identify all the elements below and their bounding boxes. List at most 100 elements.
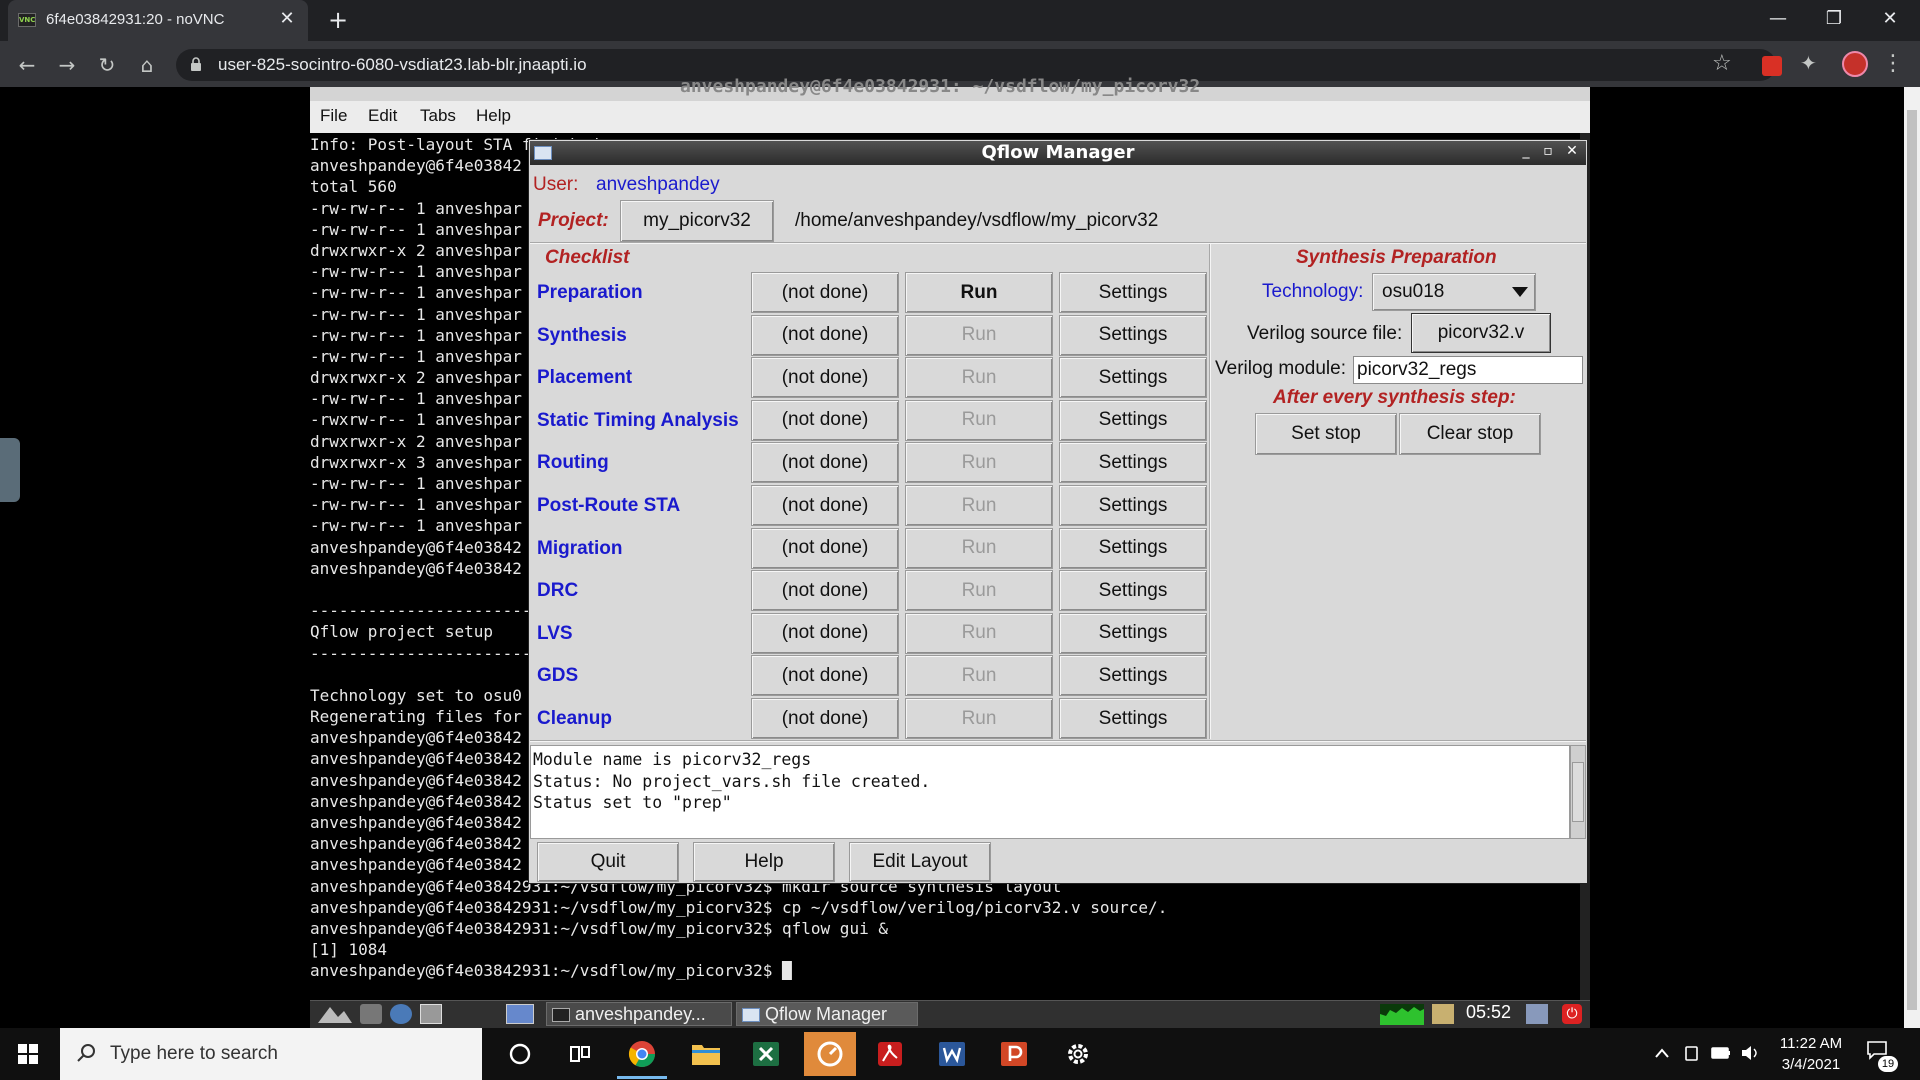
run-button-migration[interactable]: Run [905,527,1053,569]
run-button-cleanup[interactable]: Run [905,698,1053,739]
reload-icon[interactable]: ↻ [92,50,122,80]
acrobat-icon[interactable] [870,1036,910,1072]
new-tab-button[interactable]: + [324,6,352,34]
profile-avatar[interactable] [1842,51,1868,77]
browser-launcher-icon[interactable] [390,1004,412,1024]
settings-button-cleanup[interactable]: Settings [1059,698,1207,739]
run-button-synthesis[interactable]: Run [905,314,1053,356]
home-icon[interactable]: ⌂ [132,50,162,80]
status-button-placement[interactable]: (not done) [751,357,899,399]
verilog-module-input[interactable] [1353,356,1583,384]
edit-layout-button[interactable]: Edit Layout [849,842,991,882]
run-button-preparation[interactable]: Run [905,272,1053,313]
back-icon[interactable]: ← [12,50,42,80]
menu-help[interactable]: Help [476,106,511,126]
run-button-lvs[interactable]: Run [905,612,1053,654]
lock-icon[interactable] [190,57,202,71]
settings-button-routing[interactable]: Settings [1059,442,1207,484]
lxde-clock[interactable]: 05:52 [1466,1002,1511,1023]
quit-button[interactable]: Quit [537,842,679,882]
set-stop-button[interactable]: Set stop [1255,413,1397,455]
status-button-label: (not done) [781,622,869,644]
minimize-button[interactable]: — [1758,4,1798,34]
settings-button-synthesis[interactable]: Settings [1059,314,1207,356]
url-text[interactable]: user-825-socintro-6080-vsdiat23.lab-blr.… [218,55,587,75]
pocket-extension-icon[interactable] [1762,56,1782,76]
system-clock[interactable]: 11:22 AM 3/4/2021 [1776,1033,1846,1075]
network-icon[interactable] [1526,1004,1548,1024]
menu-tabs[interactable]: Tabs [420,106,456,126]
qflow-maximize-icon[interactable]: ▫ [1540,143,1556,159]
taskbar-item-terminal[interactable]: anveshpandey... [546,1002,732,1026]
status-button-preparation[interactable]: (not done) [751,272,899,313]
settings-button-placement[interactable]: Settings [1059,357,1207,399]
clipboard-icon[interactable] [1432,1004,1454,1024]
menu-edit[interactable]: Edit [368,106,397,126]
word-icon[interactable] [932,1036,972,1072]
status-button-post-route-sta[interactable]: (not done) [751,485,899,526]
app-orange-icon[interactable] [804,1032,856,1076]
run-button-placement[interactable]: Run [905,357,1053,399]
file-explorer-icon[interactable] [686,1036,726,1072]
tab-close-icon[interactable]: ✕ [276,8,298,30]
qflow-close-icon[interactable]: ✕ [1564,143,1580,159]
status-button-synthesis[interactable]: (not done) [751,314,899,356]
status-button-routing[interactable]: (not done) [751,442,899,484]
settings-gear-icon[interactable] [1058,1036,1098,1072]
clock-time: 11:22 AM [1779,1035,1843,1052]
run-button-routing[interactable]: Run [905,442,1053,484]
settings-button-lvs[interactable]: Settings [1059,612,1207,654]
project-button[interactable]: my_picorv32 [620,200,774,242]
menu-file[interactable]: File [320,106,347,126]
window-close-button[interactable]: ✕ [1870,4,1910,34]
run-button-post-route-sta[interactable]: Run [905,485,1053,526]
settings-button-gds[interactable]: Settings [1059,655,1207,697]
task-view-icon[interactable] [560,1036,600,1072]
settings-button-preparation[interactable]: Settings [1059,272,1207,313]
excel-icon[interactable] [746,1036,786,1072]
chrome-taskbar-icon[interactable] [622,1036,662,1072]
desktop-switch-icon[interactable] [420,1004,442,1024]
log-line: Status set to "prep" [533,793,732,812]
windows-start-icon[interactable] [18,1044,38,1064]
synthesis-prep-title: Synthesis Preparation [1296,247,1497,268]
dropdown-arrow-icon[interactable] [1512,287,1528,297]
project-button-label: my_picorv32 [643,210,751,231]
run-button-drc[interactable]: Run [905,570,1053,612]
chrome-menu-icon[interactable]: ⋮ [1882,51,1904,76]
show-desktop-icon[interactable] [506,1004,534,1024]
power-icon[interactable]: ⏻ [1562,1004,1582,1024]
chrome-active-indicator [617,1076,667,1079]
status-button-drc[interactable]: (not done) [751,570,899,612]
taskbar-item-qflow[interactable]: Qflow Manager [736,1002,918,1026]
settings-button-static-timing-analysis[interactable]: Settings [1059,399,1207,441]
page-scrollbar-thumb[interactable] [1907,110,1917,1010]
settings-button-drc[interactable]: Settings [1059,570,1207,612]
system-tray-icons[interactable] [1650,1042,1762,1069]
run-button-label: Run [961,451,997,473]
status-button-migration[interactable]: (not done) [751,527,899,569]
settings-button-post-route-sta[interactable]: Settings [1059,485,1207,526]
bookmark-star-icon[interactable]: ☆ [1712,51,1732,76]
log-scrollbar-thumb[interactable] [1572,762,1584,822]
status-button-gds[interactable]: (not done) [751,655,899,697]
settings-button-migration[interactable]: Settings [1059,527,1207,569]
quit-label: Quit [590,851,626,872]
terminal-launcher-icon[interactable] [360,1004,382,1024]
help-button[interactable]: Help [693,842,835,882]
status-button-cleanup[interactable]: (not done) [751,698,899,739]
cortana-icon[interactable] [500,1036,540,1072]
run-button-gds[interactable]: Run [905,655,1053,697]
clear-stop-button[interactable]: Clear stop [1399,413,1541,455]
status-button-static-timing-analysis[interactable]: (not done) [751,399,899,441]
forward-icon[interactable]: → [52,50,82,80]
restore-button[interactable]: ❐ [1814,4,1854,34]
status-button-lvs[interactable]: (not done) [751,612,899,654]
verilog-source-button[interactable]: picorv32.v [1411,313,1551,353]
qflow-minimize-icon[interactable]: _ [1518,143,1534,159]
lxde-menu-icon[interactable] [316,1003,354,1025]
extensions-puzzle-icon[interactable]: ✦ [1800,51,1817,75]
novnc-control-handle[interactable] [0,438,20,502]
run-button-static-timing-analysis[interactable]: Run [905,399,1053,441]
powerpoint-icon[interactable] [994,1036,1034,1072]
